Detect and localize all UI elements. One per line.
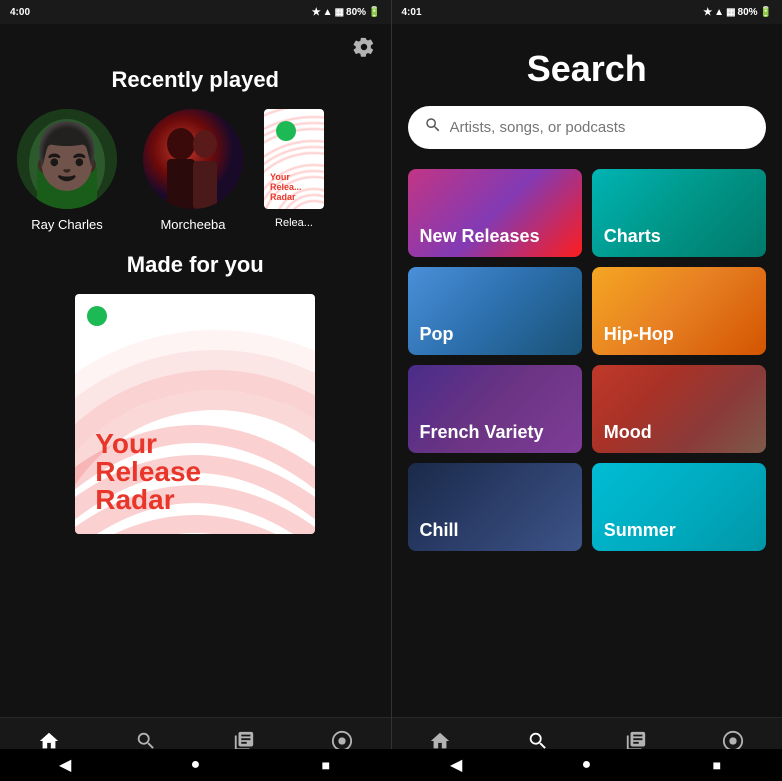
morcheeba-art [143, 109, 243, 209]
charts-label: Charts [604, 226, 661, 247]
recently-played-title: Recently played [12, 67, 379, 93]
category-summer[interactable]: Summer [592, 463, 766, 551]
right-status-icons: ★ ▲ ▦ 80% 🔋 [703, 7, 772, 18]
left-back-button[interactable]: ◀ [55, 755, 75, 775]
radar-text: YourReleaseRadar [95, 430, 201, 514]
r-home-icon [429, 730, 451, 750]
morcheeba-avatar [143, 109, 243, 209]
radar-title: YourReleaseRadar [95, 430, 201, 514]
left-status-bar: 4:00 ★ ▲ ▦ 80% 🔋 [0, 0, 391, 24]
morcheeba-img [143, 109, 243, 209]
right-time: 4:01 [402, 7, 422, 18]
category-french[interactable]: French Variety [408, 365, 582, 453]
r-battery-icon: 🔋 [760, 7, 772, 18]
app-wrapper: 4:00 ★ ▲ ▦ 80% 🔋 [0, 0, 782, 781]
album-item-release-radar[interactable]: YourRelea...Radar Relea... [264, 109, 324, 232]
left-home-button[interactable]: ● [185, 755, 205, 775]
release-radar-art: YourRelea...Radar [264, 109, 324, 209]
album-row: Ray Charles [12, 109, 379, 232]
right-panel: 4:01 ★ ▲ ▦ 80% 🔋 Search [392, 0, 782, 749]
right-status-bar: 4:01 ★ ▲ ▦ 80% 🔋 [392, 0, 782, 24]
settings-button[interactable] [353, 36, 375, 63]
ray-charles-avatar [17, 109, 117, 209]
release-radar-card[interactable]: YourReleaseRadar [75, 294, 315, 534]
system-bar: ◀ ● ■ ◀ ● ■ [0, 749, 782, 781]
premium-icon [331, 730, 353, 750]
wifi-icon: ▲ [323, 7, 333, 18]
r-library-icon [625, 730, 647, 750]
left-panel: 4:00 ★ ▲ ▦ 80% 🔋 [0, 0, 391, 749]
settings-row [0, 24, 391, 67]
left-time: 4:00 [10, 7, 30, 18]
recently-played-section: Recently played [0, 67, 391, 232]
summer-label: Summer [604, 520, 676, 541]
release-radar-img: YourRelea...Radar [264, 109, 324, 209]
home-icon [38, 730, 60, 750]
search-page-title: Search [408, 24, 767, 106]
categories-grid: New Releases Charts Pop Hip-Hop [408, 169, 767, 551]
ray-charles-label: Ray Charles [31, 217, 103, 232]
search-input[interactable] [450, 119, 751, 136]
nav-library[interactable]: Your Library [195, 718, 293, 749]
chill-label: Chill [420, 520, 459, 541]
r-bluetooth-icon: ★ [703, 7, 712, 18]
new-releases-label: New Releases [420, 226, 540, 247]
made-for-you-section: Made for you [0, 232, 391, 534]
r-wifi-icon: ▲ [714, 7, 724, 18]
category-charts[interactable]: Charts [592, 169, 766, 257]
pop-label: Pop [420, 324, 454, 345]
rr-text: YourRelea...Radar [270, 173, 302, 203]
panels-row: 4:00 ★ ▲ ▦ 80% 🔋 [0, 0, 782, 749]
album-item-ray-charles[interactable]: Ray Charles [12, 109, 122, 232]
r-nav-premium[interactable]: Premium [684, 718, 782, 749]
bluetooth-icon: ★ [312, 7, 321, 18]
right-content: Search New Releases Charts [392, 24, 782, 717]
rr-spotify-dot [276, 121, 296, 141]
nav-home[interactable]: Home [0, 718, 98, 749]
right-back-button[interactable]: ◀ [446, 755, 466, 775]
ray-charles-img [17, 109, 117, 209]
category-chill[interactable]: Chill [408, 463, 582, 551]
hiphop-label: Hip-Hop [604, 324, 674, 345]
battery-text: 80% [346, 7, 366, 18]
category-new-releases[interactable]: New Releases [408, 169, 582, 257]
r-nav-library[interactable]: Your Library [587, 718, 685, 749]
r-premium-icon [722, 730, 744, 750]
french-label: French Variety [420, 422, 544, 443]
nav-premium[interactable]: Premium [293, 718, 391, 749]
category-pop[interactable]: Pop [408, 267, 582, 355]
r-nav-home[interactable]: Home [392, 718, 490, 749]
left-bottom-nav: Home Search Your Library [0, 717, 391, 749]
right-home-button[interactable]: ● [576, 755, 596, 775]
r-nav-search[interactable]: Search [489, 718, 587, 749]
ray-charles-art [17, 109, 117, 209]
release-radar-label: Relea... [275, 217, 313, 229]
r-battery-text: 80% [738, 7, 758, 18]
made-for-you-title: Made for you [12, 252, 379, 278]
battery-icon: 🔋 [368, 7, 380, 18]
signal-icon: ▦ [335, 7, 344, 18]
search-input-container[interactable] [408, 106, 767, 149]
right-bottom-nav: Home Search Your Library [392, 717, 782, 749]
left-status-icons: ★ ▲ ▦ 80% 🔋 [312, 7, 381, 18]
nav-search[interactable]: Search [98, 718, 196, 749]
right-recent-button[interactable]: ■ [707, 755, 727, 775]
category-mood[interactable]: Mood [592, 365, 766, 453]
morcheeba-label: Morcheeba [160, 217, 225, 232]
left-recent-button[interactable]: ■ [316, 755, 336, 775]
library-icon [233, 730, 255, 750]
r-search-icon [527, 730, 549, 750]
search-magnifier-icon [424, 116, 442, 139]
left-system-bar: ◀ ● ■ [0, 755, 391, 775]
mood-label: Mood [604, 422, 652, 443]
album-item-morcheeba[interactable]: Morcheeba [138, 109, 248, 232]
right-system-bar: ◀ ● ■ [391, 755, 782, 775]
category-hiphop[interactable]: Hip-Hop [592, 267, 766, 355]
search-icon [135, 730, 157, 750]
left-content: Recently played [0, 24, 391, 717]
gear-icon [353, 36, 375, 58]
r-signal-icon: ▦ [726, 7, 735, 18]
